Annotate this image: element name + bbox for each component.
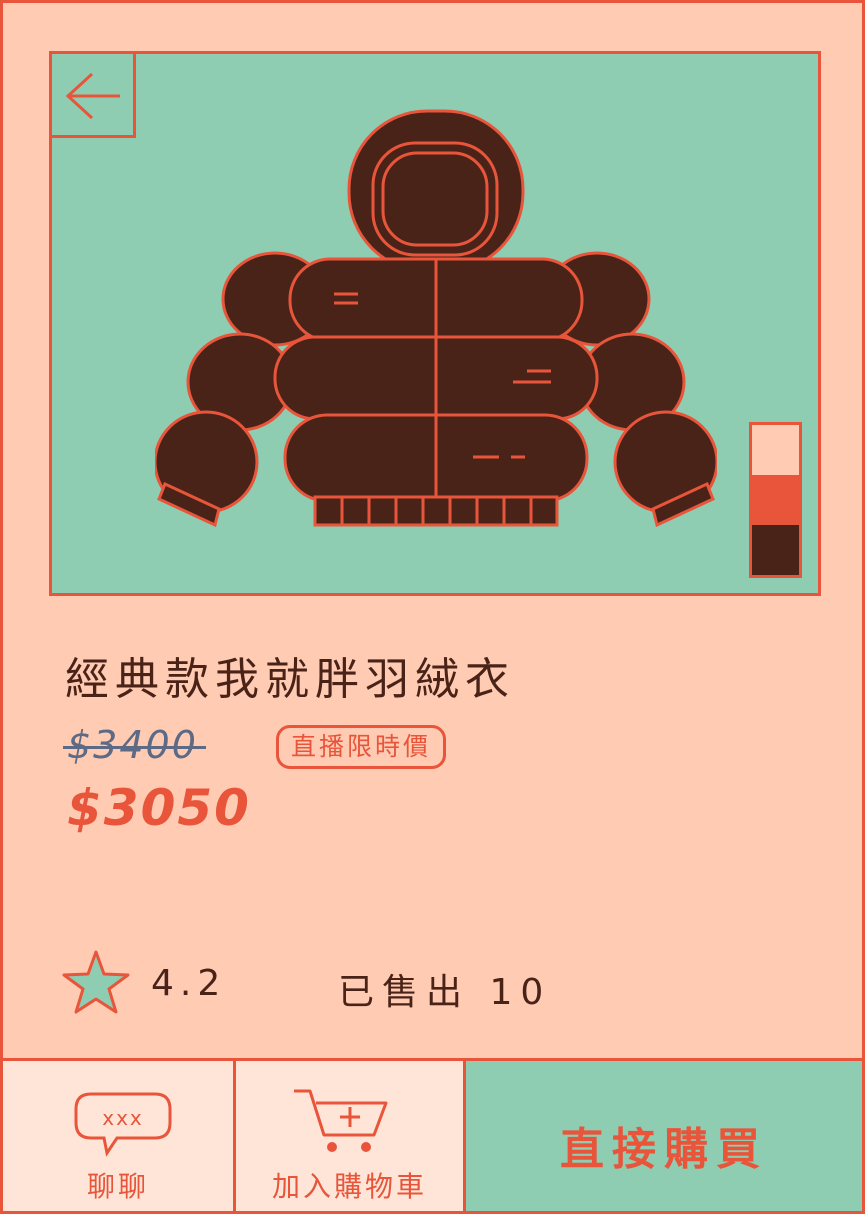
color-swatch-brown[interactable]	[752, 525, 799, 575]
chat-label: 聊聊	[86, 1170, 149, 1203]
chat-bubble-icon: xxx	[74, 1092, 172, 1157]
rating-value: 4.2	[151, 963, 227, 1004]
back-arrow-icon	[65, 72, 120, 120]
product-title: 經典款我就胖羽絨衣	[65, 654, 515, 705]
chat-button[interactable]: xxx 聊聊	[3, 1061, 233, 1211]
chat-bubble-text: xxx	[102, 1106, 144, 1130]
color-swatch-light[interactable]	[752, 425, 799, 475]
cart-icon	[294, 1089, 388, 1152]
color-swatch-orange[interactable]	[752, 475, 799, 525]
live-price-badge: 直播限時價	[276, 725, 447, 769]
back-button[interactable]	[52, 54, 136, 138]
bottom-action-bar: xxx 聊聊 加入購物車 直接購買	[3, 1058, 862, 1211]
add-to-cart-label: 加入購物車	[271, 1170, 427, 1203]
buy-now-label: 直接購買	[560, 1124, 768, 1175]
buy-now-button[interactable]: 直接購買	[466, 1061, 862, 1211]
original-price: $3400	[63, 723, 206, 767]
sale-price: $3050	[67, 779, 251, 837]
product-image-panel	[49, 51, 821, 596]
color-selector	[749, 422, 802, 578]
add-to-cart-button[interactable]: 加入購物車	[233, 1061, 466, 1211]
star-icon	[62, 950, 130, 1014]
puffer-jacket-image	[155, 109, 717, 528]
sold-count: 已售出 10	[338, 972, 552, 1013]
product-page: 經典款我就胖羽絨衣 $3400 直播限時價 $3050 4.2 已售出 10 x…	[0, 0, 865, 1214]
